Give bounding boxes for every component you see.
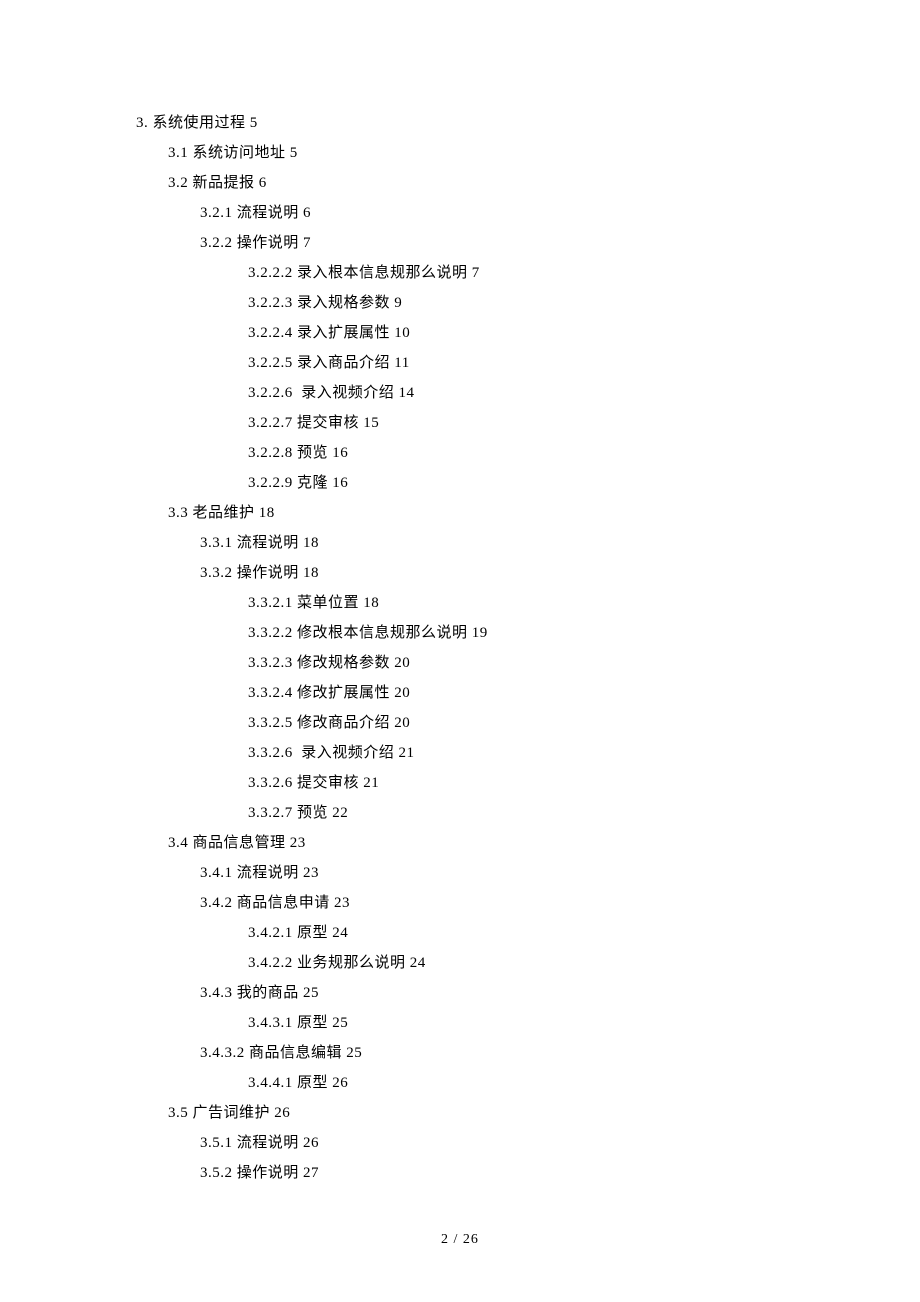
toc-entry: 3.4.4.1 原型 26 <box>248 1068 920 1098</box>
toc-entry: 3.2.2 操作说明 7 <box>200 228 920 258</box>
toc-entry: 3.4.3.2 商品信息编辑 25 <box>200 1038 920 1068</box>
toc-entry: 3.4.2 商品信息申请 23 <box>200 888 920 918</box>
toc-entry: 3.3.2.1 菜单位置 18 <box>248 588 920 618</box>
page-number: 2 / 26 <box>0 1226 920 1254</box>
toc-entry: 3.2.2.6 录入视频介绍 14 <box>248 378 920 408</box>
toc-entry: 3.3.2.3 修改规格参数 20 <box>248 648 920 678</box>
toc-entry: 3.3.2.5 修改商品介绍 20 <box>248 708 920 738</box>
toc-entry: 3.3 老品维护 18 <box>168 498 920 528</box>
toc-entry: 3.2.2.2 录入根本信息规那么说明 7 <box>248 258 920 288</box>
toc-entry: 3.4.3.1 原型 25 <box>248 1008 920 1038</box>
toc-entry: 3.3.1 流程说明 18 <box>200 528 920 558</box>
toc-entry: 3.2 新品提报 6 <box>168 168 920 198</box>
toc-entry: 3.3.2.7 预览 22 <box>248 798 920 828</box>
toc-entry: 3.3.2.2 修改根本信息规那么说明 19 <box>248 618 920 648</box>
toc-entry: 3.5.2 操作说明 27 <box>200 1158 920 1188</box>
toc-entry: 3.4.2.1 原型 24 <box>248 918 920 948</box>
toc-entry: 3.3.2.4 修改扩展属性 20 <box>248 678 920 708</box>
toc-entry: 3.4.2.2 业务规那么说明 24 <box>248 948 920 978</box>
toc-entry: 3.3.2.6 提交审核 21 <box>248 768 920 798</box>
toc-entry: 3.2.2.4 录入扩展属性 10 <box>248 318 920 348</box>
toc-entry: 3.2.1 流程说明 6 <box>200 198 920 228</box>
toc-entry: 3.2.2.3 录入规格参数 9 <box>248 288 920 318</box>
toc-entry: 3.4.3 我的商品 25 <box>200 978 920 1008</box>
toc-entry: 3.3.2.6 录入视频介绍 21 <box>248 738 920 768</box>
toc-entry: 3.1 系统访问地址 5 <box>168 138 920 168</box>
toc-entry: 3. 系统使用过程 5 <box>136 108 920 138</box>
toc-entry: 3.2.2.7 提交审核 15 <box>248 408 920 438</box>
toc-container: 3. 系统使用过程 5 3.1 系统访问地址 5 3.2 新品提报 6 3.2.… <box>0 0 920 1188</box>
toc-entry: 3.5.1 流程说明 26 <box>200 1128 920 1158</box>
toc-entry: 3.2.2.9 克隆 16 <box>248 468 920 498</box>
toc-entry: 3.5 广告词维护 26 <box>168 1098 920 1128</box>
toc-entry: 3.2.2.5 录入商品介绍 11 <box>248 348 920 378</box>
toc-entry: 3.4.1 流程说明 23 <box>200 858 920 888</box>
toc-entry: 3.4 商品信息管理 23 <box>168 828 920 858</box>
toc-entry: 3.2.2.8 预览 16 <box>248 438 920 468</box>
toc-entry: 3.3.2 操作说明 18 <box>200 558 920 588</box>
